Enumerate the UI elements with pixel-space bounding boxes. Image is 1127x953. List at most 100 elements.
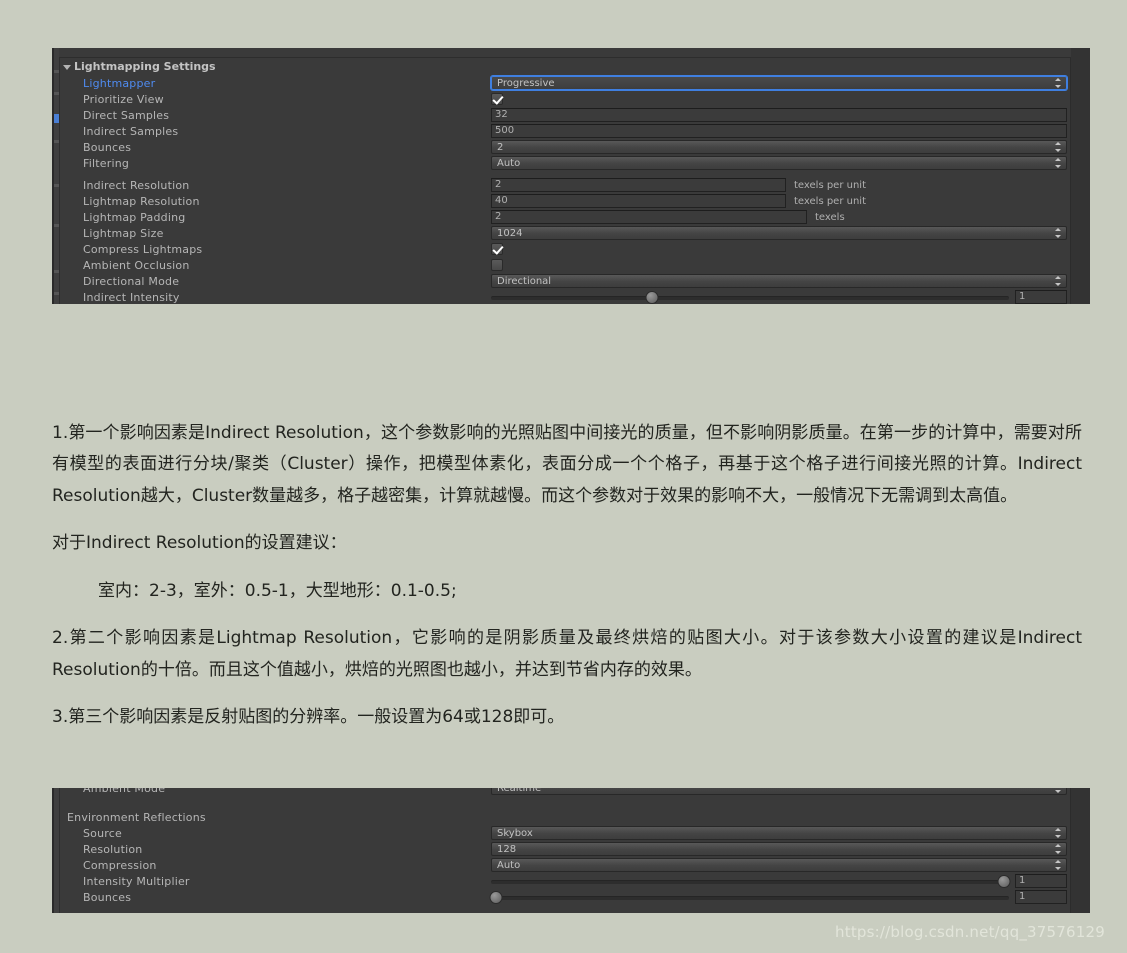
- row-indirect-resolution: Indirect Resolution 2 texels per unit: [59, 177, 1071, 193]
- row-lightmapper: Lightmapper Progressive: [59, 75, 1071, 91]
- row-source: Source Skybox: [59, 825, 1071, 841]
- prioritize-view-checkbox[interactable]: [491, 93, 503, 105]
- foldout-triangle-down-icon[interactable]: [63, 64, 71, 70]
- lightmap-padding-input[interactable]: 2: [491, 210, 807, 224]
- indirect-samples-input[interactable]: 500: [491, 124, 1067, 138]
- ambient-occlusion-checkbox[interactable]: [491, 259, 503, 271]
- row-reflection-resolution: Resolution 128: [59, 841, 1071, 857]
- reflection-bounces-slider[interactable]: [489, 890, 1009, 904]
- label-ambient-mode: Ambient Mode: [83, 788, 166, 795]
- label-lightmapper: Lightmapper: [83, 76, 156, 90]
- bounces-value: 2: [497, 141, 504, 153]
- slider-knob[interactable]: [645, 291, 659, 304]
- panel-title: Lightmapping Settings: [74, 59, 216, 73]
- indirect-resolution-unit: texels per unit: [794, 179, 866, 191]
- chevron-updown-icon: [1055, 860, 1062, 870]
- filtering-dropdown[interactable]: Auto: [491, 156, 1067, 170]
- compression-value: Auto: [497, 859, 521, 871]
- direct-samples-input[interactable]: 32: [491, 108, 1067, 122]
- label-reflection-resolution: Resolution: [83, 842, 143, 856]
- panel-top-divider: [59, 48, 1071, 58]
- slider-knob[interactable]: [489, 891, 503, 904]
- row-ambient-mode-clipped: Ambient Mode Realtime: [59, 788, 1071, 796]
- field-reflection-bounces: 1: [489, 889, 1067, 905]
- lightmap-size-value: 1024: [497, 227, 523, 239]
- row-indirect-samples: Indirect Samples 500: [59, 123, 1071, 139]
- field-direct-samples: 32: [491, 107, 1067, 123]
- article-body: 1.第一个影响因素是Indirect Resolution，这个参数影响的光照贴…: [52, 418, 1082, 734]
- row-reflection-bounces: Bounces 1: [59, 889, 1071, 905]
- intensity-multiplier-slider[interactable]: [491, 874, 1011, 888]
- field-prioritize-view: [491, 91, 1067, 107]
- label-indirect-samples: Indirect Samples: [83, 124, 179, 138]
- field-indirect-samples: 500: [491, 123, 1067, 139]
- row-compression: Compression Auto: [59, 857, 1071, 873]
- label-directional-mode: Directional Mode: [83, 274, 180, 288]
- paragraph-4: 2.第二个影响因素是Lightmap Resolution，它影响的是阴影质量及…: [52, 628, 1082, 680]
- field-lightmap-resolution: 40 texels per unit: [491, 193, 1067, 209]
- indirect-intensity-slider[interactable]: [491, 290, 1009, 304]
- label-reflection-bounces: Bounces: [83, 890, 132, 904]
- row-directional-mode: Directional Mode Directional: [59, 273, 1071, 289]
- paragraph-2: 对于Indirect Resolution的设置建议：: [52, 533, 347, 554]
- field-compress-lightmaps: [491, 241, 1067, 257]
- label-indirect-intensity: Indirect Intensity: [83, 290, 180, 304]
- bounces-dropdown[interactable]: 2: [491, 140, 1067, 154]
- indirect-intensity-value-input[interactable]: 1: [1015, 290, 1067, 304]
- field-directional-mode: Directional: [491, 273, 1067, 289]
- compress-lightmaps-checkbox[interactable]: [491, 243, 503, 255]
- row-filtering: Filtering Auto: [59, 155, 1071, 171]
- lightmapping-settings-content: Lightmapping Settings Lightmapper Progre…: [59, 48, 1071, 304]
- chevron-updown-icon: [1055, 158, 1062, 168]
- field-lightmap-size: 1024: [491, 225, 1067, 241]
- chevron-updown-icon: [1055, 228, 1062, 238]
- source-dropdown[interactable]: Skybox: [491, 826, 1067, 840]
- ambient-mode-value: Realtime: [497, 788, 542, 794]
- chevron-updown-icon: [1055, 142, 1062, 152]
- lightmap-size-dropdown[interactable]: 1024: [491, 226, 1067, 240]
- ambient-mode-dropdown[interactable]: Realtime: [491, 788, 1067, 795]
- panel-right-edge-strip[interactable]: [1070, 48, 1090, 304]
- field-lightmap-padding: 2 texels: [491, 209, 1067, 225]
- field-reflection-resolution: 128: [491, 841, 1067, 857]
- field-intensity-multiplier: 1: [491, 873, 1067, 889]
- row-direct-samples: Direct Samples 32: [59, 107, 1071, 123]
- field-compression: Auto: [491, 857, 1067, 873]
- field-ambient-mode: Realtime: [491, 788, 1067, 796]
- paragraph-5: 3.第三个影响因素是反射贴图的分辨率。一般设置为64或128即可。: [52, 707, 565, 728]
- lightmapping-settings-panel: Lightmapping Settings Lightmapper Progre…: [52, 48, 1090, 304]
- slider-knob[interactable]: [997, 875, 1011, 888]
- field-indirect-intensity: 1: [491, 289, 1067, 304]
- label-bounces: Bounces: [83, 140, 132, 154]
- panel-right-edge-strip-bottom[interactable]: [1070, 788, 1090, 913]
- lightmap-resolution-input[interactable]: 40: [491, 194, 786, 208]
- lightmapper-dropdown[interactable]: Progressive: [491, 76, 1067, 90]
- row-indirect-intensity: Indirect Intensity 1: [59, 289, 1071, 304]
- compression-dropdown[interactable]: Auto: [491, 858, 1067, 872]
- label-compress-lightmaps: Compress Lightmaps: [83, 242, 203, 256]
- directional-mode-dropdown[interactable]: Directional: [491, 274, 1067, 288]
- csdn-watermark: https://blog.csdn.net/qq_37576129: [835, 923, 1105, 941]
- lightmapping-settings-header[interactable]: Lightmapping Settings: [59, 58, 1071, 74]
- environment-reflections-content: Ambient Mode Realtime Environment Reflec…: [59, 788, 1071, 913]
- paragraph-3: 室内：2-3，室外：0.5-1，大型地形：0.1-0.5;: [98, 580, 457, 601]
- row-bounces: Bounces 2: [59, 139, 1071, 155]
- field-filtering: Auto: [491, 155, 1067, 171]
- label-source: Source: [83, 826, 122, 840]
- reflection-resolution-dropdown[interactable]: 128: [491, 842, 1067, 856]
- lightmapper-value: Progressive: [497, 77, 555, 89]
- label-lightmap-padding: Lightmap Padding: [83, 210, 186, 224]
- intensity-multiplier-value-input[interactable]: 1: [1015, 874, 1067, 888]
- field-ambient-occlusion: [491, 257, 1067, 273]
- label-prioritize-view: Prioritize View: [83, 92, 164, 106]
- row-intensity-multiplier: Intensity Multiplier 1: [59, 873, 1071, 889]
- label-compression: Compression: [83, 858, 157, 872]
- reflection-bounces-value-input[interactable]: 1: [1015, 890, 1067, 904]
- label-lightmap-resolution: Lightmap Resolution: [83, 194, 200, 208]
- chevron-updown-icon: [1055, 828, 1062, 838]
- indirect-resolution-input[interactable]: 2: [491, 178, 786, 192]
- row-compress-lightmaps: Compress Lightmaps: [59, 241, 1071, 257]
- field-indirect-resolution: 2 texels per unit: [491, 177, 1067, 193]
- chevron-updown-icon: [1055, 788, 1062, 793]
- label-indirect-resolution: Indirect Resolution: [83, 178, 190, 192]
